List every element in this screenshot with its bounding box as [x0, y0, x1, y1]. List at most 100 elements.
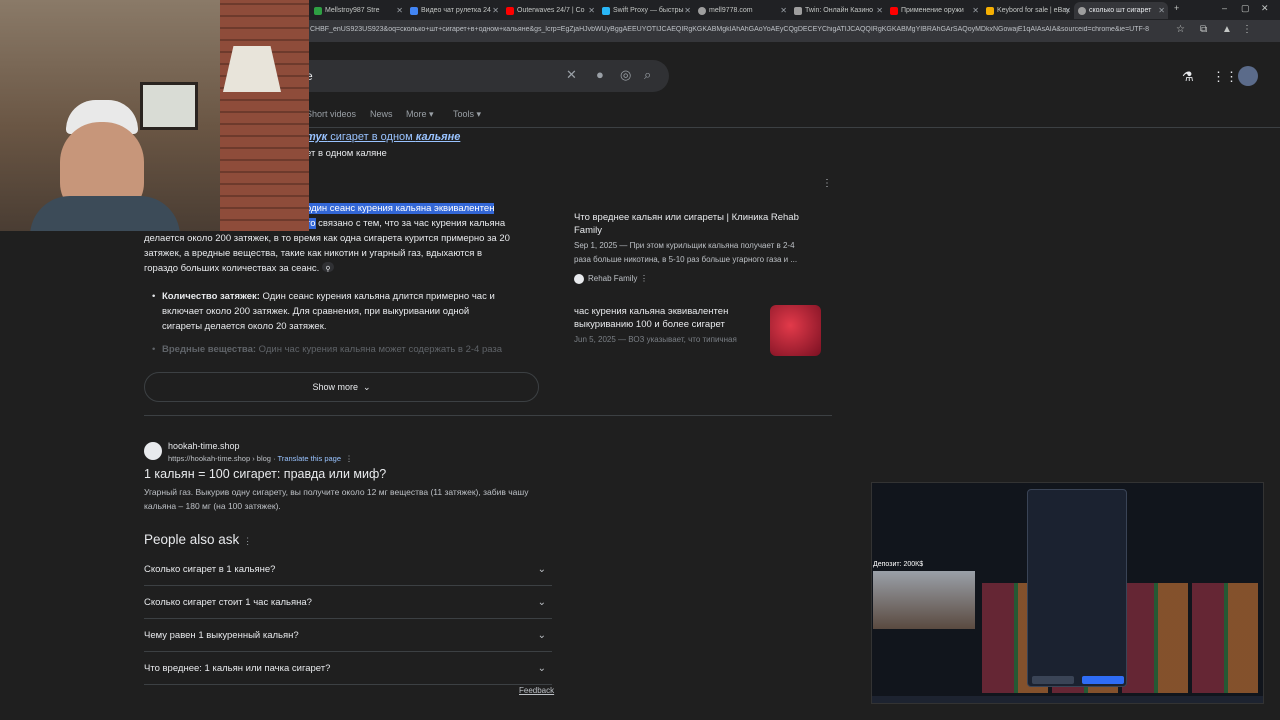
showing-results-for[interactable]: тук сигарет в одном кальяне — [306, 130, 460, 145]
source-card-title[interactable]: Что вреднее кальян или сигареты | Клиник… — [574, 211, 824, 237]
bullet-dot: • — [152, 291, 156, 302]
close-icon[interactable]: ✕ — [492, 6, 499, 15]
url-text[interactable]: CHBF_enUS923US923&oq=сколько+шт+сигарет+… — [310, 26, 1170, 33]
paa-question[interactable]: Чему равен 1 выкуренный кальян? ⌄ — [144, 619, 552, 652]
bullet-harmful: Вредные вещества: Один час курения калья… — [162, 344, 503, 355]
answer-line2: то связано с тем, что за час курения кал… — [306, 218, 506, 229]
chevron-down-icon: ⌄ — [537, 563, 546, 575]
bullet-puffs-line3: сигареты делается около 20 затяжек. — [162, 321, 327, 332]
tab-favicon-icon — [506, 6, 514, 15]
answer-highlight-line1: один сеанс курения кальяна эквивалентен — [306, 203, 495, 214]
source-card-title[interactable]: час курения кальяна эквивалентен выкурив… — [574, 305, 764, 331]
tab-tools[interactable]: Tools ▾ — [453, 109, 481, 120]
browser-tab[interactable]: Применение оружи ✕ — [886, 2, 982, 19]
browser-tab[interactable]: Видео чат рулетка 24 ✕ — [406, 2, 502, 19]
tab-favicon-icon — [986, 6, 994, 15]
chevron-down-icon: ⌄ — [537, 629, 546, 641]
microphone-icon[interactable]: ● — [596, 67, 604, 82]
close-icon[interactable]: ✕ — [588, 6, 595, 15]
browser-tab[interactable]: Outerwaves 24/7 | Co ✕ — [502, 2, 598, 19]
profile-icon[interactable]: ▲ — [1222, 24, 1232, 35]
streamer-shirt — [30, 196, 180, 231]
tab-favicon-icon — [698, 6, 706, 15]
paa-question[interactable]: Сколько сигарет в 1 кальяне? ⌄ — [144, 553, 552, 586]
chevron-down-icon: ⌄ — [537, 662, 546, 674]
tab-news[interactable]: News — [370, 109, 393, 119]
close-icon[interactable]: ✕ — [1158, 6, 1165, 15]
answer-line4: затяжек, а вредные вещества, такие как н… — [144, 248, 483, 259]
close-icon[interactable]: ✕ — [396, 6, 403, 15]
deposit-caption: Депозит: 200К$ — [873, 561, 924, 568]
lens-icon[interactable]: ◎ — [620, 67, 631, 83]
browser-tab[interactable]: Swift Proxy — быстры ✕ — [598, 2, 694, 19]
source-card-snippet: Jun 5, 2025 — ВОЗ указывает, что типична… — [574, 335, 737, 344]
bookmark-star-icon[interactable]: ☆ — [1176, 24, 1185, 35]
chrome-menu-icon[interactable]: ⋮ — [1242, 24, 1252, 35]
close-icon[interactable]: ✕ — [780, 6, 787, 15]
link-icon[interactable]: ⚲ — [321, 262, 334, 273]
bullet-dot: • — [152, 344, 156, 355]
stream-overlay: Депозит: 200К$ — [871, 482, 1264, 704]
result-snippet: Угарный газ. Выкурив одну сигарету, вы п… — [144, 487, 529, 497]
tab-favicon-icon — [1078, 6, 1086, 15]
taskbar — [872, 696, 1263, 703]
source-thumbnail[interactable] — [770, 305, 821, 356]
browser-tab[interactable]: mell9778.com ✕ — [694, 2, 790, 19]
close-icon[interactable]: ✕ — [1064, 6, 1071, 15]
modal-cancel-button — [1032, 676, 1074, 684]
tab-favicon-icon — [602, 6, 610, 15]
tab-more[interactable]: More ▾ — [406, 109, 434, 120]
apps-grid-icon[interactable]: ⋮⋮ — [1212, 69, 1238, 85]
window-close-icon[interactable]: ✕ — [1261, 3, 1269, 14]
close-icon[interactable]: ✕ — [972, 6, 979, 15]
translate-link[interactable]: Translate this page — [278, 454, 342, 463]
show-more-button[interactable]: Show more ⌄ — [144, 372, 539, 402]
feedback-link[interactable]: Feedback — [519, 683, 554, 698]
avatar[interactable] — [1238, 66, 1258, 86]
minimize-icon[interactable]: – — [1222, 3, 1227, 13]
tab-favicon-icon — [314, 6, 322, 15]
more-options-icon[interactable]: ⋮ — [822, 178, 832, 189]
tv-screen — [140, 82, 198, 130]
answer-line3: делается около 200 затяжек, в то время к… — [144, 233, 510, 244]
chevron-down-icon: ⌄ — [537, 596, 546, 608]
site-favicon-icon — [144, 442, 162, 460]
more-options-icon[interactable]: ⋮ — [243, 536, 252, 546]
browser-tab[interactable]: Twin: Онлайн Казино ✕ — [790, 2, 886, 19]
tab-favicon-icon — [794, 6, 802, 15]
paa-question[interactable]: Сколько сигарет стоит 1 час кальяна? ⌄ — [144, 586, 552, 619]
divider — [144, 415, 832, 416]
bullet-puffs-line2: включает около 200 затяжек. Для сравнени… — [162, 306, 470, 317]
new-tab-icon[interactable]: + — [1174, 3, 1179, 13]
maximize-icon[interactable]: ▢ — [1241, 3, 1250, 14]
paa-heading: People also ask ⋮ — [144, 532, 253, 547]
paa-question[interactable]: Что вреднее: 1 кальян или пачка сигарет?… — [144, 652, 552, 685]
browser-tab[interactable]: Keybord for sale | eBay ✕ — [982, 2, 1074, 19]
search-icon[interactable]: ⌕ — [644, 67, 651, 83]
result-cite: https://hookah-time.shop › blog · Transl… — [168, 454, 353, 463]
deposit-modal — [1027, 489, 1127, 687]
source-card-snippet: Sep 1, 2025 — При этом курильщик кальяна… — [574, 241, 795, 250]
answer-line5: гораздо больших количествах за сеанс. ⚲ — [144, 261, 334, 276]
result-snippet: кальяна – 180 мг (на 100 затяжек). — [144, 501, 281, 511]
streamer-webcam — [873, 571, 975, 629]
webcam-overlay — [0, 0, 309, 231]
browser-tab[interactable]: Mellstroy987 Stre ✕ — [310, 2, 406, 19]
result-title-link[interactable]: 1 кальян = 100 сигарет: правда или миф? — [144, 467, 386, 482]
search-instead-link[interactable]: ет в одном каляне — [306, 146, 387, 161]
tab-short-videos[interactable]: Short videos — [306, 109, 356, 119]
close-icon[interactable]: ✕ — [876, 6, 883, 15]
source-site-name: Rehab Family — [588, 274, 638, 283]
brick-wall — [220, 0, 309, 231]
more-options-icon[interactable]: ⋮ — [640, 272, 648, 286]
extensions-icon[interactable]: ⧉ — [1200, 24, 1207, 35]
tab-favicon-icon — [890, 6, 898, 15]
labs-flask-icon[interactable]: ⚗ — [1182, 69, 1194, 85]
bullet-puffs: Количество затяжек: Один сеанс курения к… — [162, 291, 495, 302]
clear-icon[interactable]: ✕ — [566, 67, 577, 83]
search-input[interactable]: е ✕ ● ◎ ⌕ — [290, 60, 669, 92]
browser-tab-active[interactable]: сколько шт сигарет ✕ — [1074, 2, 1168, 19]
close-icon[interactable]: ✕ — [684, 6, 691, 15]
chevron-down-icon: ⌄ — [363, 381, 371, 392]
modal-deposit-button — [1082, 676, 1124, 684]
